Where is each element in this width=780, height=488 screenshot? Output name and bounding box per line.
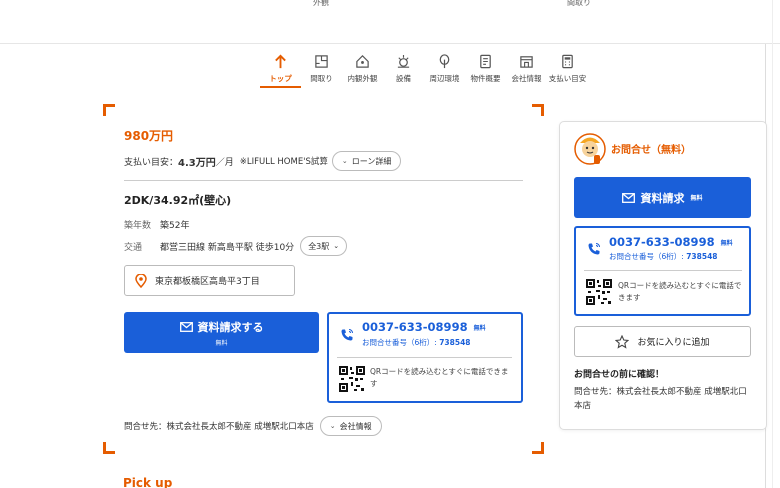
chevron-down-icon: ⌄	[341, 157, 348, 165]
tab-overview[interactable]: 物件概要	[465, 50, 506, 88]
free-badge: 無料	[215, 339, 228, 347]
star-icon	[615, 334, 630, 349]
tab-label: 支払い目安	[548, 74, 587, 83]
request-info-label: 資料請求する	[197, 320, 264, 334]
equipment-icon	[397, 54, 410, 68]
divider	[337, 357, 512, 358]
transport-value: 都営三田線 新高島平駅 徒歩10分	[160, 242, 295, 253]
contact-info: 問合せ先：株式会社長太郎不動産 成増駅北口本店 ⌄ 会社情報	[124, 416, 382, 436]
monthly-value: 4.3万円	[178, 157, 216, 169]
loan-detail-button[interactable]: ⌄ ローン詳細	[331, 151, 402, 171]
floorplan-icon	[315, 55, 328, 68]
section-nav: トップ 間取り 内観外観 設備 周辺環境 物件概要 会社情報 支払い目安	[260, 50, 588, 88]
tab-label: 設備	[396, 74, 411, 83]
sidebar-request-button[interactable]: 資料請求 無料	[574, 177, 751, 218]
top-photo-strip: 外観 間取り	[0, 0, 780, 44]
phone-icon	[341, 329, 353, 341]
tab-equipment[interactable]: 設備	[383, 50, 424, 88]
tab-company[interactable]: 会社情報	[506, 50, 547, 88]
tab-floorplan[interactable]: 間取り	[301, 50, 342, 88]
chevron-down-icon: ⌄	[333, 242, 340, 250]
frame-corner	[103, 104, 115, 116]
inquiry-number-value: 738548	[439, 338, 471, 347]
monthly-note: ※LIFULL HOME'S試算	[239, 157, 328, 167]
map-pin-icon	[135, 273, 147, 288]
add-favorite-label: お気に入りに追加	[637, 338, 710, 348]
monthly-payment: 支払い目安： 4.3万円 ／月 ※LIFULL HOME'S試算 ⌄ ローン詳細	[124, 151, 402, 171]
divider	[124, 180, 523, 181]
free-badge: 無料	[690, 195, 703, 202]
tab-payment[interactable]: 支払い目安	[547, 50, 588, 88]
qr-instructions: QRコードを読み込むとすぐに電話できます	[370, 367, 509, 388]
mascot-icon	[574, 133, 606, 165]
add-favorite-button[interactable]: お気に入りに追加	[574, 326, 751, 357]
mail-icon	[622, 192, 636, 203]
all-stations-label: 全3駅	[308, 241, 330, 251]
qr-instructions: QRコードを読み込むとすぐに電話できます	[618, 281, 742, 302]
transport-label: 交通	[124, 243, 143, 253]
all-stations-button[interactable]: 全3駅 ⌄	[300, 236, 348, 256]
tab-surroundings[interactable]: 周辺環境	[424, 50, 465, 88]
sidebar-note-heading: お問合せの前に確認！	[574, 370, 665, 380]
mail-icon	[179, 321, 193, 332]
layout-area: 2DK/34.92㎡(壁心)	[124, 194, 232, 207]
house-icon	[356, 55, 369, 68]
tab-label: 会社情報	[511, 74, 542, 83]
inquiry-number-value: 738548	[686, 252, 718, 261]
sidebar-inquiry-number: お問合せ番号（6桁）: 738548	[609, 251, 718, 262]
chevron-down-icon: ⌄	[329, 422, 336, 430]
tab-top[interactable]: トップ	[260, 50, 301, 88]
age-value: 築52年	[160, 221, 190, 231]
tab-label: 物件概要	[470, 74, 501, 83]
company-info-label: 会社情報	[339, 421, 372, 431]
scrollbar-track[interactable]	[772, 0, 773, 488]
property-price: 980万円	[124, 129, 174, 143]
tab-label: 周辺環境	[429, 74, 460, 83]
pickup-heading: Pick up	[123, 476, 173, 488]
arrow-up-icon	[275, 54, 286, 69]
loan-detail-label: ローン詳細	[351, 156, 392, 166]
contact-text: 問合せ先：株式会社長太郎不動産 成増駅北口本店	[124, 422, 314, 432]
shop-icon	[520, 56, 533, 68]
transport-row: 都営三田線 新高島平駅 徒歩10分 全3駅 ⌄	[160, 236, 348, 256]
floorplan-caption: 間取り	[567, 0, 591, 7]
divider	[584, 270, 742, 271]
document-icon	[480, 54, 491, 69]
qr-code-icon	[339, 366, 365, 392]
tab-label: 内観外観	[347, 74, 378, 83]
sidebar-request-label: 資料請求	[640, 191, 685, 205]
monthly-label: 支払い目安：	[124, 157, 179, 168]
age-label: 築年数	[124, 221, 152, 231]
free-badge: 無料	[473, 324, 486, 332]
sidebar-title: お問合せ（無料）	[611, 145, 691, 156]
frame-corner	[532, 104, 544, 116]
inquiry-number: お問合せ番号（6桁）: 738548	[362, 337, 471, 348]
address-text: 東京都板橋区高島平3丁目	[155, 277, 260, 287]
qr-code-icon	[586, 279, 612, 305]
tab-label: 間取り	[310, 74, 333, 83]
tree-icon	[439, 54, 450, 69]
frame-corner	[103, 442, 115, 454]
request-info-button[interactable]: 資料請求する 無料	[124, 312, 319, 353]
phone-number[interactable]: 0037-633-08998	[609, 235, 715, 249]
inquiry-number-label: お問合せ番号（6桁）:	[609, 252, 684, 261]
phone-number[interactable]: 0037-633-08998	[362, 320, 468, 334]
tab-interior-exterior[interactable]: 内観外観	[342, 50, 383, 88]
free-badge: 無料	[720, 239, 733, 247]
address-button[interactable]: 東京都板橋区高島平3丁目	[124, 265, 295, 296]
company-info-button[interactable]: ⌄ 会社情報	[319, 416, 382, 436]
exterior-caption: 外観	[313, 0, 329, 7]
tab-label: トップ	[269, 74, 292, 83]
sidebar-contact: 問合せ先：株式会社長太郎不動産 成増駅北口本店	[574, 387, 747, 411]
sidebar-phone-line[interactable]: 0037-633-08998 無料	[609, 235, 733, 249]
calculator-icon	[562, 54, 573, 69]
inquiry-number-label: お問合せ番号（6桁）:	[362, 338, 437, 347]
monthly-unit: ／月	[215, 157, 234, 168]
frame-corner	[532, 442, 544, 454]
phone-icon	[588, 243, 600, 255]
phone-line[interactable]: 0037-633-08998 無料	[362, 320, 486, 334]
